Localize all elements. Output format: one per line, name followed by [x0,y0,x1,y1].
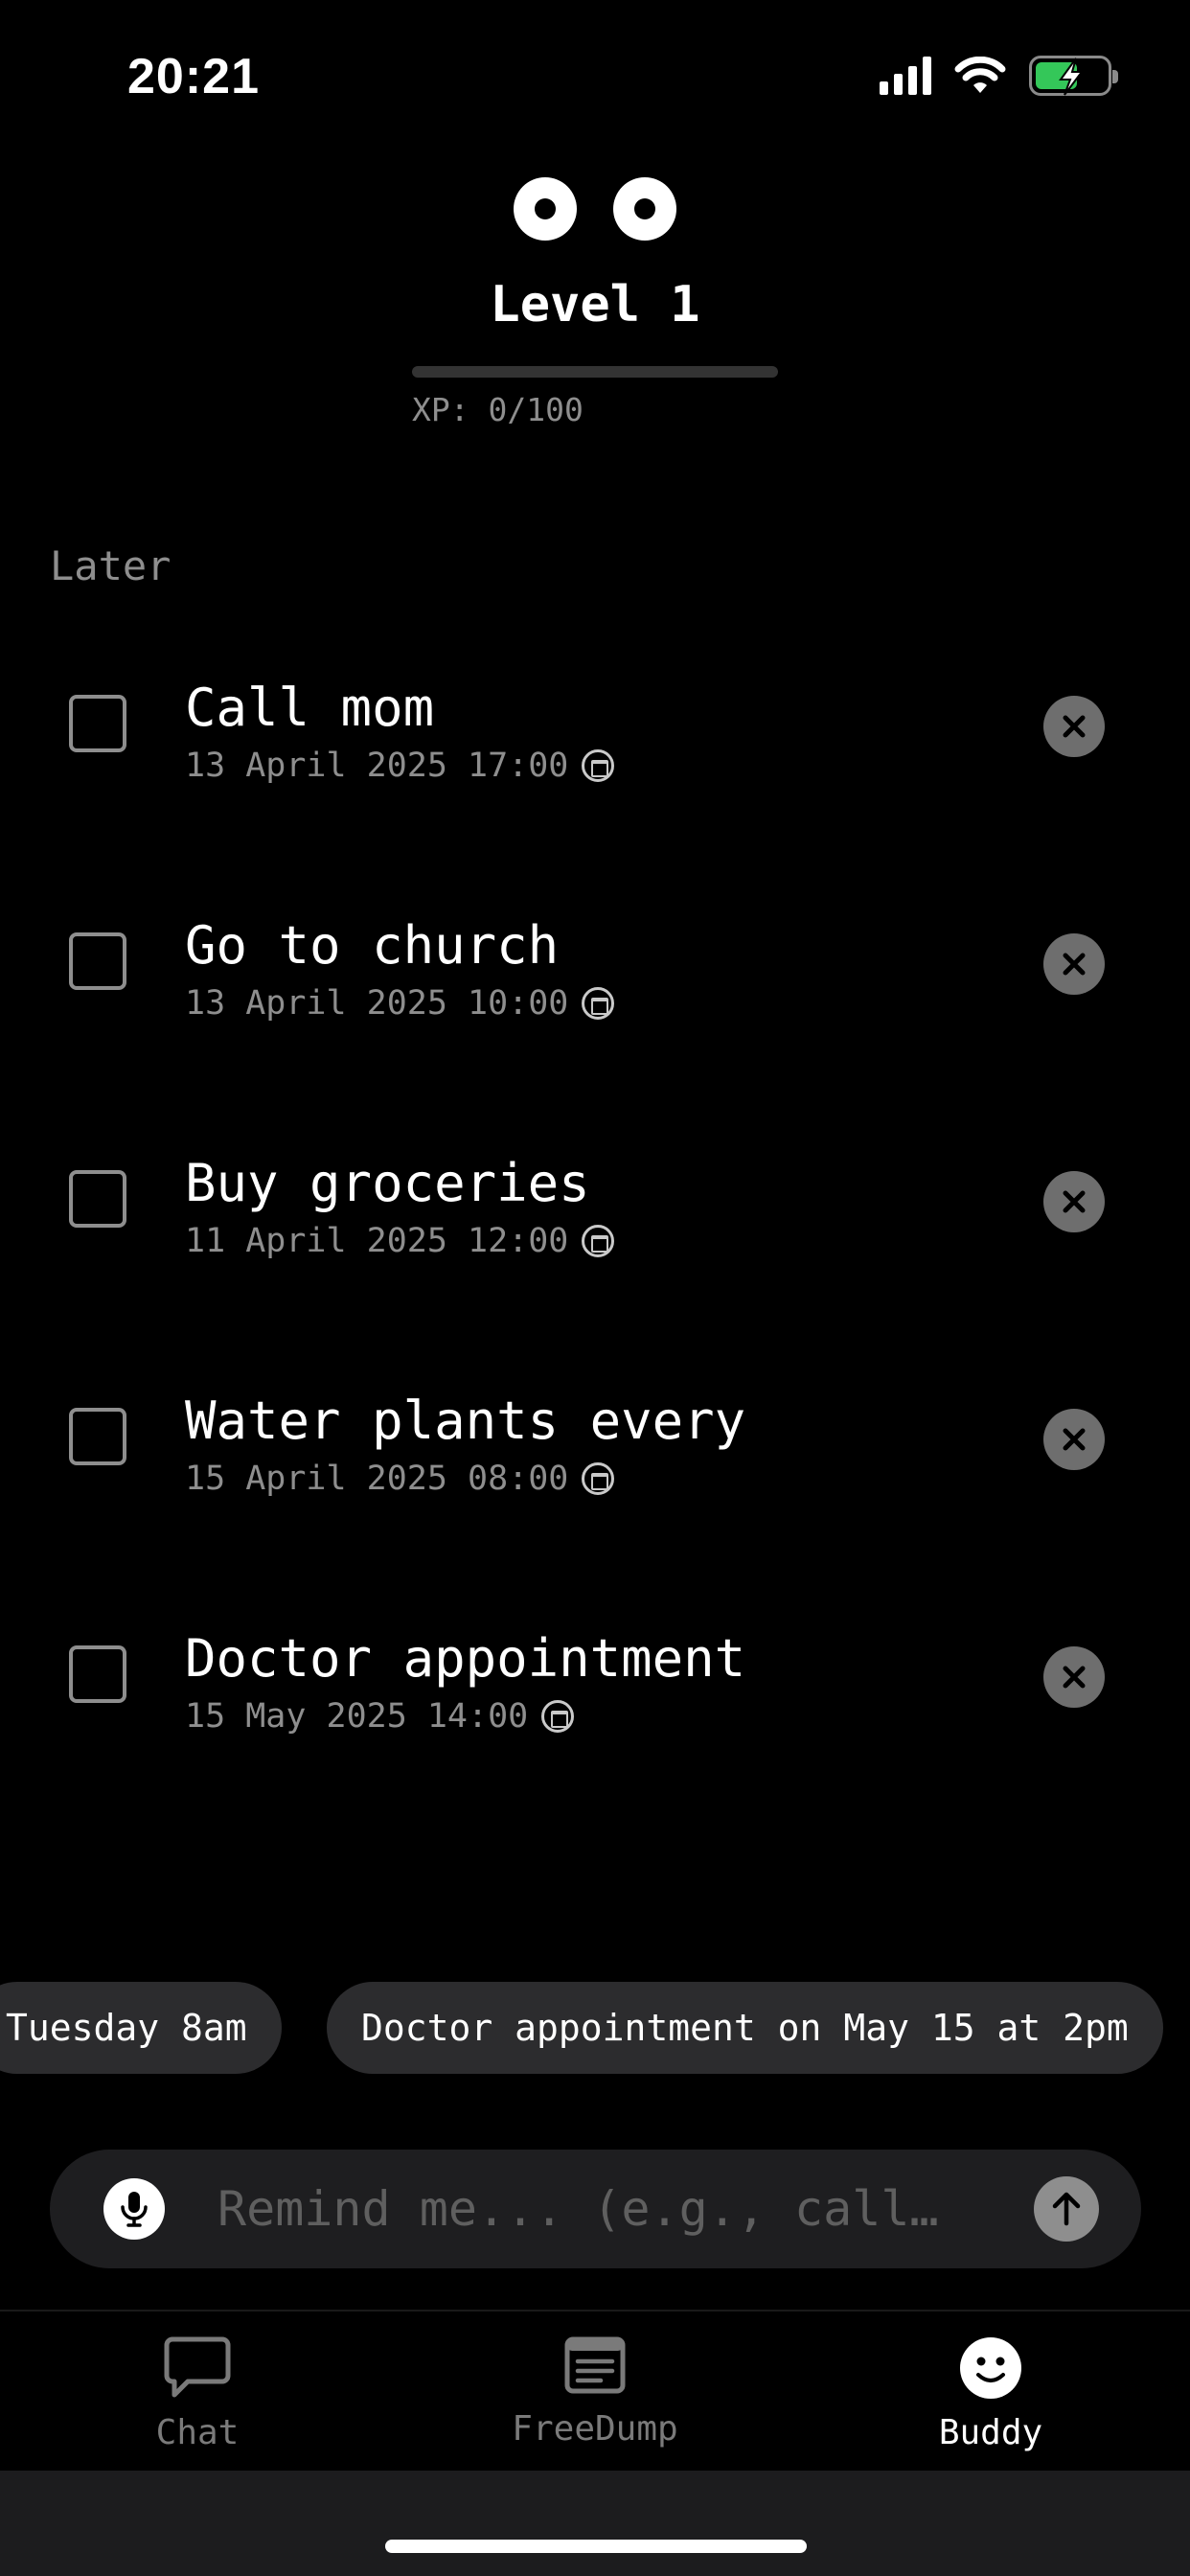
arrow-up-icon [1052,2192,1081,2226]
task-checkbox[interactable] [69,1645,126,1703]
task-meta: 13 April 2025 10:00 [185,984,615,1023]
close-icon [1063,1428,1086,1451]
level-title: Level 1 [490,276,700,334]
delete-task-button[interactable] [1043,1171,1105,1232]
delete-task-button[interactable] [1043,1646,1105,1708]
tab-chat[interactable]: Chat [54,2312,341,2472]
task-date: 15 May 2025 14:00 [185,1697,529,1736]
calendar-icon [582,1225,615,1257]
task-meta: 11 April 2025 12:00 [185,1222,615,1260]
status-time: 20:21 [127,49,260,104]
delete-task-button[interactable] [1043,696,1105,757]
close-icon [1063,715,1086,738]
task-checkbox[interactable] [69,695,126,752]
task-title: Water plants every [185,1391,746,1451]
task-date: 13 April 2025 10:00 [185,984,569,1023]
task-date: 13 April 2025 17:00 [185,747,569,785]
tab-bar: Chat FreeDump Buddy [0,2310,1190,2471]
task-meta: 15 May 2025 14:00 [185,1697,575,1736]
xp-label: XP: 0/100 [412,391,584,428]
calendar-icon [582,749,615,782]
task-date: 11 April 2025 12:00 [185,1222,569,1260]
status-icons [880,56,1118,96]
reminder-input[interactable] [217,2176,1032,2242]
task-item: Buy groceries 11 April 2025 12:00 [0,1130,1190,1274]
task-checkbox[interactable] [69,1170,126,1228]
tab-freedump[interactable]: FreeDump [451,2312,739,2472]
tab-buddy-label: Buddy [938,2413,1043,2452]
close-icon [1063,953,1086,976]
section-label-later: Later [50,542,172,589]
calendar-icon [582,987,615,1020]
close-icon [1063,1190,1086,1213]
left-eye-icon [514,177,577,241]
notes-icon [564,2336,626,2394]
signal-icon [880,57,931,95]
task-item: Go to church 13 April 2025 10:00 [0,892,1190,1036]
task-meta: 13 April 2025 17:00 [185,747,615,785]
status-bar: 20:21 [0,0,1190,153]
task-item: Water plants every 15 April 2025 08:00 [0,1368,1190,1511]
delete-task-button[interactable] [1043,1409,1105,1470]
home-indicator[interactable] [385,2540,807,2553]
delete-task-button[interactable] [1043,933,1105,995]
calendar-icon [541,1700,575,1733]
suggestion-chip[interactable]: Doctor appointment on May 15 at 2pm [327,1982,1163,2074]
tab-freedump-label: FreeDump [512,2409,678,2449]
send-button[interactable] [1034,2176,1099,2242]
task-title: Go to church [185,915,560,976]
microphone-button[interactable] [103,2178,165,2240]
tab-chat-label: Chat [155,2413,240,2452]
suggestion-chips: Tuesday 8am Doctor appointment on May 15… [0,1982,1190,2074]
microphone-icon [121,2192,148,2227]
task-title: Call mom [185,678,435,738]
task-title: Doctor appointment [185,1628,746,1689]
xp-progress-bar [412,366,778,378]
right-eye-icon [613,177,676,241]
home-indicator-area [0,2471,1190,2576]
tab-buddy[interactable]: Buddy [847,2312,1134,2472]
battery-charging-icon [1029,56,1118,96]
task-meta: 15 April 2025 08:00 [185,1460,615,1498]
task-checkbox[interactable] [69,1408,126,1465]
task-title: Buy groceries [185,1153,590,1213]
chat-bubble-icon [164,2336,231,2398]
task-item: Call mom 13 April 2025 17:00 [0,655,1190,798]
suggestion-chip[interactable]: Tuesday 8am [0,1982,282,2074]
close-icon [1063,1666,1086,1689]
calendar-icon [582,1462,615,1495]
reminder-input-bar [50,2150,1141,2268]
task-item: Doctor appointment 15 May 2025 14:00 [0,1605,1190,1749]
wifi-icon [954,57,1006,93]
smiley-icon [960,2337,1021,2399]
buddy-eyes [514,177,678,244]
task-checkbox[interactable] [69,932,126,990]
task-date: 15 April 2025 08:00 [185,1460,569,1498]
